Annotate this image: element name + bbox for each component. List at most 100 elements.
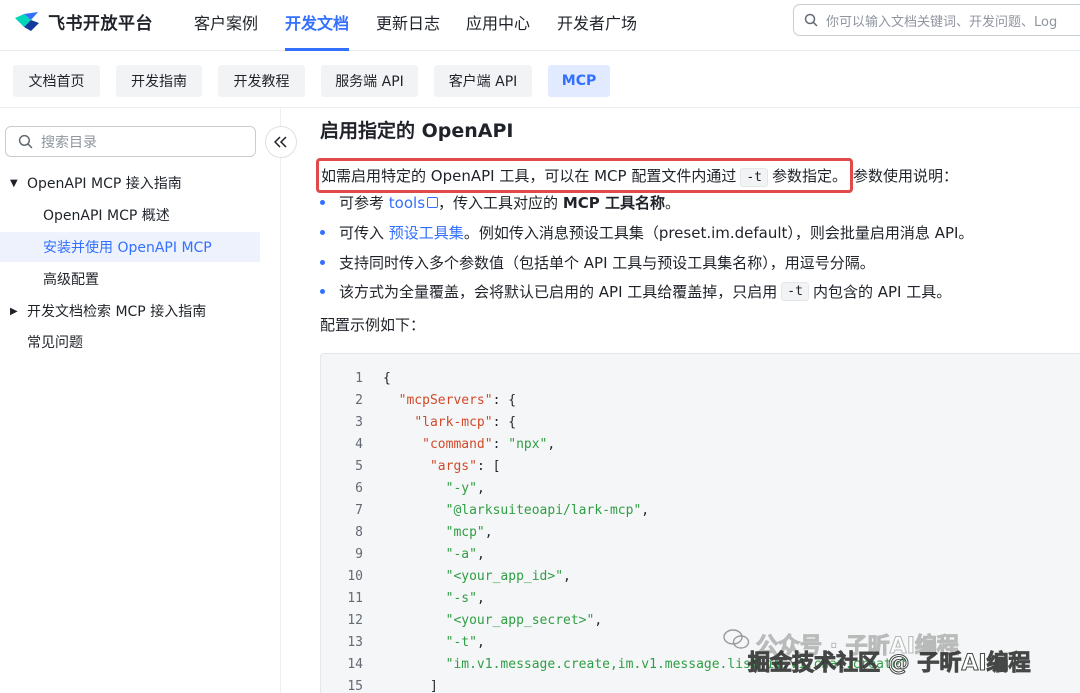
sidebar-item-label: 安装并使用 OpenAPI MCP xyxy=(43,240,212,256)
bullet-text: 内包含的 API 工具。 xyxy=(812,283,952,301)
preset-toolset-link[interactable]: 预设工具集 xyxy=(389,222,464,243)
intro-paragraph: 如需启用特定的 OpenAPI 工具，可以在 MCP 配置文件内通过 -t 参数指定… xyxy=(316,158,959,193)
line-number: 12 xyxy=(347,613,363,628)
caret-right-icon: ▶ xyxy=(10,305,18,317)
sidebar-item-openapi-mcp-overview[interactable]: OpenAPI MCP 概述 xyxy=(0,200,260,230)
line-number: 3 xyxy=(355,415,363,430)
bullet-text: 该方式为全量覆盖，会将默认已启用的 API 工具给覆盖掉，只启用 xyxy=(339,283,778,301)
bullet-text: 。例如传入消息预设工具集（preset.im.default），则会批量启用消息… xyxy=(463,224,974,242)
sidebar-item-label: 高级配置 xyxy=(43,272,99,288)
bullet-dot xyxy=(320,230,325,235)
code-line: "-s", xyxy=(445,591,485,606)
line-number: 7 xyxy=(355,503,363,518)
code-block: 1 { 2 "mcpServers": { 3 "lark-mcp": { 4 "… xyxy=(320,353,1080,693)
top-navbar: 飞书开放平台 客户案例 开发文档 更新日志 应用中心 开发者广场 你可以输入文档… xyxy=(0,0,1080,51)
feishu-logo-icon xyxy=(15,12,39,31)
bullet-text: ，传入工具对应的 xyxy=(438,194,559,212)
line-number: 2 xyxy=(355,393,363,408)
sidebar-item-faq[interactable]: 常见问题 xyxy=(0,327,260,357)
tab-server-api[interactable]: 服务端 API xyxy=(321,65,418,97)
wechat-icon xyxy=(723,629,750,649)
code-line: "-y", xyxy=(445,481,485,496)
line-number: 6 xyxy=(355,481,363,496)
catalog-search-placeholder: 搜索目录 xyxy=(41,134,97,151)
code-line: "@larksuiteoapi/lark-mcp", xyxy=(445,503,650,518)
list-item: 支持同时传入多个参数值（包括单个 API 工具与预设工具集名称），用逗号分隔。 xyxy=(320,252,875,273)
doc-tabbar: 文档首页 开发指南 开发教程 服务端 API 客户端 API MCP xyxy=(0,51,1080,108)
tab-mcp[interactable]: MCP xyxy=(548,65,610,97)
bullet-dot xyxy=(320,200,325,205)
code-line: "mcpServers": { xyxy=(398,393,517,408)
catalog-search-input[interactable]: 搜索目录 xyxy=(5,126,256,157)
list-item: 可传入 预设工具集 。例如传入消息预设工具集（preset.im.default）… xyxy=(320,222,973,243)
bullet-dot xyxy=(320,289,325,294)
bullet-text: 可参考 xyxy=(339,194,385,212)
line-number: 15 xyxy=(347,679,363,693)
code-line: "-a", xyxy=(445,547,485,562)
code-line: "command": "npx", xyxy=(422,437,556,452)
bullet-text: 可传入 xyxy=(339,224,385,242)
logo[interactable]: 飞书开放平台 xyxy=(14,8,153,34)
inline-code: -t xyxy=(740,168,768,187)
double-chevron-left-icon xyxy=(274,136,287,148)
nav-customer-cases[interactable]: 客户案例 xyxy=(194,10,258,51)
code-line: "mcp", xyxy=(445,525,493,540)
external-link-icon[interactable] xyxy=(427,197,439,208)
global-search-input[interactable]: 你可以输入文档关键词、开发问题、Log xyxy=(793,4,1080,36)
bullet-bold-text: MCP 工具名称 xyxy=(562,194,665,212)
sidebar-item-label: 常见问题 xyxy=(27,335,83,351)
list-item: 可参考 tools ，传入工具对应的 MCP 工具名称。 xyxy=(320,192,680,213)
nav-changelog[interactable]: 更新日志 xyxy=(376,10,440,51)
line-number: 5 xyxy=(355,459,363,474)
tools-link[interactable]: tools xyxy=(389,194,425,212)
config-label: 配置示例如下： xyxy=(320,316,426,334)
code-line: "-t", xyxy=(445,635,485,650)
line-number: 8 xyxy=(355,525,363,540)
search-icon xyxy=(18,134,33,149)
code-line: ] xyxy=(383,679,438,693)
sidebar-item-label: OpenAPI MCP 接入指南 xyxy=(27,176,182,192)
sidebar-item-doc-search-mcp-guide[interactable]: ▶ 开发文档检索 MCP 接入指南 xyxy=(0,296,260,326)
line-number: 1 xyxy=(355,371,363,386)
section-heading: 启用指定的 OpenAPI xyxy=(320,120,514,142)
code-line: "<your_app_secret>", xyxy=(445,613,603,628)
sidebar-item-label: 开发文档检索 MCP 接入指南 xyxy=(27,304,207,320)
sidebar-item-install-openapi-mcp[interactable]: 安装并使用 OpenAPI MCP xyxy=(0,232,260,262)
intro-text: 如需启用特定的 OpenAPI 工具，可以在 MCP 配置文件内通过 xyxy=(321,167,737,185)
sidebar-item-label: OpenAPI MCP 概述 xyxy=(43,208,170,224)
search-icon xyxy=(804,13,818,27)
code-line: "lark-mcp": { xyxy=(414,415,517,430)
nav-dev-community[interactable]: 开发者广场 xyxy=(557,10,637,51)
nav-dev-docs[interactable]: 开发文档 xyxy=(285,10,350,51)
caret-down-icon: ▼ xyxy=(10,177,18,189)
collapse-sidebar-button[interactable] xyxy=(265,126,297,158)
line-number: 9 xyxy=(355,547,363,562)
search-placeholder: 你可以输入文档关键词、开发问题、Log xyxy=(826,14,1058,30)
line-number: 13 xyxy=(347,635,363,650)
inline-code: -t xyxy=(781,282,809,301)
line-number: 10 xyxy=(347,569,363,584)
sidebar-item-openapi-mcp-guide[interactable]: ▼ OpenAPI MCP 接入指南 xyxy=(0,168,260,198)
tab-doc-home[interactable]: 文档首页 xyxy=(13,65,100,97)
sidebar-item-advanced-config[interactable]: 高级配置 xyxy=(0,264,260,294)
code-line: { xyxy=(383,371,391,386)
sidebar: 搜索目录 ▼ OpenAPI MCP 接入指南 OpenAPI MCP 概述 安… xyxy=(0,108,297,693)
line-number: 14 xyxy=(347,657,363,672)
highlight-box: 如需启用特定的 OpenAPI 工具，可以在 MCP 配置文件内通过 -t 参数指定… xyxy=(316,158,854,193)
doc-content: 启用指定的 OpenAPI 如需启用特定的 OpenAPI 工具，可以在 MCP… xyxy=(281,108,1080,693)
list-item: 该方式为全量覆盖，会将默认已启用的 API 工具给覆盖掉，只启用 -t 内包含的 A… xyxy=(320,281,951,302)
tab-client-api[interactable]: 客户端 API xyxy=(434,65,532,97)
nav-app-center[interactable]: 应用中心 xyxy=(466,10,530,51)
code-line: "<your_app_id>", xyxy=(445,569,571,584)
watermark-juejin: 掘金技术社区 @ 子昕AI编程 xyxy=(748,651,1032,677)
tab-dev-guide[interactable]: 开发指南 xyxy=(116,65,202,97)
bullet-dot xyxy=(320,260,325,265)
bullet-text: 支持同时传入多个参数值（包括单个 API 工具与预设工具集名称），用逗号分隔。 xyxy=(339,254,875,272)
code-line: "args": [ xyxy=(429,459,501,474)
bullet-text: 。 xyxy=(664,194,680,212)
line-number: 4 xyxy=(355,437,363,452)
line-number: 11 xyxy=(347,591,363,606)
intro-text: 参数指定。 xyxy=(772,167,848,185)
tab-dev-tutorial[interactable]: 开发教程 xyxy=(218,65,305,97)
intro-rest: 参数使用说明： xyxy=(853,167,959,185)
